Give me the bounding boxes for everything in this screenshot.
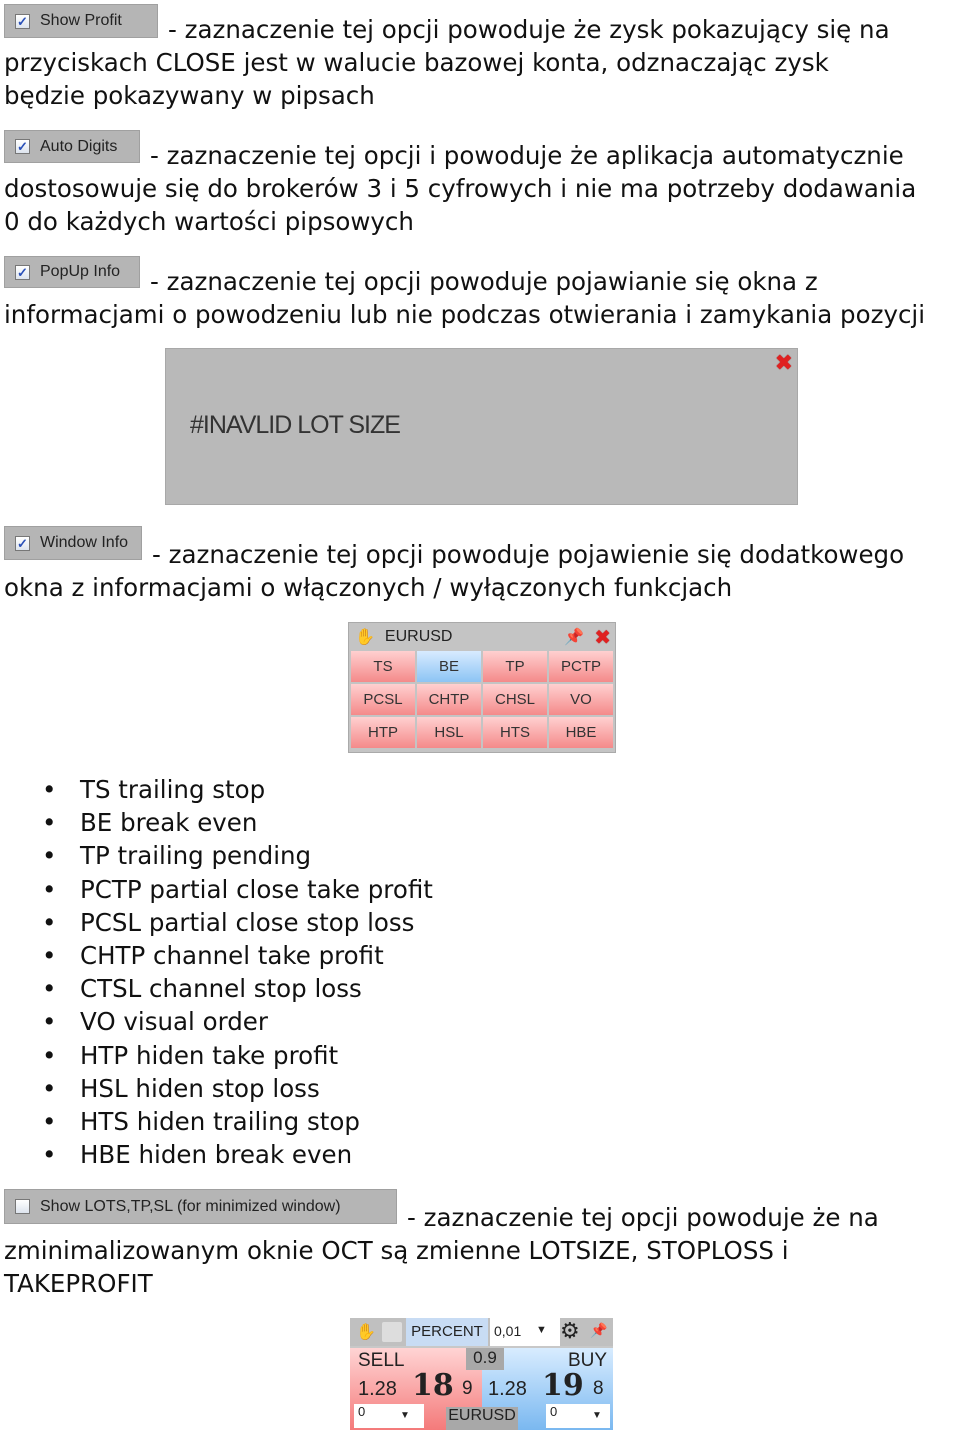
function-button-pctp[interactable]: PCTP bbox=[549, 651, 613, 682]
paragraph-line: - zaznaczenie tej opcji powoduje pojawia… bbox=[150, 267, 818, 296]
function-button-vo[interactable]: VO bbox=[549, 684, 613, 715]
option-checkbox[interactable]: ✓ Show Profit bbox=[4, 4, 158, 38]
option-checkbox[interactable]: ✓ Auto Digits bbox=[4, 130, 140, 163]
legend-item: HTS hiden trailing stop bbox=[80, 1107, 360, 1136]
option-checkbox[interactable]: Show LOTS,TP,SL (for minimized window) bbox=[4, 1189, 397, 1224]
legend-item: TP trailing pending bbox=[80, 841, 312, 871]
option-label: Auto Digits bbox=[40, 137, 118, 155]
bullet: • bbox=[42, 1007, 57, 1037]
checkbox-icon[interactable]: ✓ bbox=[15, 535, 30, 551]
bullet: • bbox=[42, 1107, 57, 1136]
option-label: Show Profit bbox=[40, 12, 122, 29]
info-window: ✋ EURUSD 📌 ✖ TS BE TP PCTP PCSL CHTP CHSL VO HTP… bbox=[348, 622, 616, 753]
option-label: Window Info bbox=[40, 534, 129, 551]
pin-icon[interactable]: 📌 bbox=[590, 1322, 607, 1339]
chevron-down-icon[interactable]: ▼ bbox=[592, 1410, 602, 1421]
option-checkbox[interactable]: ✓ PopUp Info bbox=[4, 256, 140, 288]
paragraph-line: - zaznaczenie tej opcji powoduje że zysk… bbox=[168, 15, 890, 44]
checkbox-icon[interactable]: ✓ bbox=[15, 264, 30, 280]
option-label: Show LOTS,TP,SL (for minimized window) bbox=[40, 1197, 341, 1215]
legend-item: TS trailing stop bbox=[80, 775, 266, 804]
paragraph-line: przyciskach CLOSE jest w walucie bazowej… bbox=[4, 48, 829, 77]
minimize-icon[interactable] bbox=[382, 1322, 402, 1342]
bullet: • bbox=[42, 907, 57, 937]
sell-pips: 18 bbox=[412, 1368, 454, 1403]
checkbox-icon[interactable] bbox=[15, 1199, 30, 1214]
bullet: • bbox=[42, 841, 57, 871]
spread-label: 0.9 bbox=[466, 1348, 504, 1370]
chevron-down-icon[interactable]: ▼ bbox=[536, 1324, 547, 1336]
sell-fraction: 9 bbox=[462, 1378, 473, 1399]
checkbox-icon[interactable]: ✓ bbox=[15, 13, 30, 29]
bullet: • bbox=[42, 874, 57, 904]
checkbox-icon[interactable]: ✓ bbox=[15, 139, 30, 154]
chevron-down-icon[interactable]: ▼ bbox=[400, 1410, 410, 1421]
popup-message: #INAVLID LOT SIZE bbox=[190, 411, 401, 439]
function-button-be[interactable]: BE bbox=[417, 651, 481, 682]
function-button-hsl[interactable]: HSL bbox=[417, 717, 481, 748]
sell-price: 1.28 bbox=[358, 1378, 397, 1400]
popup-info-example: #INAVLID LOT SIZE ✖ bbox=[165, 348, 798, 505]
bullet: • bbox=[42, 941, 57, 970]
function-button-hbe[interactable]: HBE bbox=[549, 717, 613, 748]
bullet: • bbox=[42, 1073, 57, 1103]
legend-item: BE break even bbox=[80, 808, 258, 838]
mode-button[interactable]: PERCENT bbox=[406, 1318, 488, 1346]
bullet: • bbox=[42, 974, 57, 1004]
paragraph-line: - zaznaczenie tej opcji powoduje że na bbox=[407, 1203, 879, 1232]
legend-item: HTP hiden take profit bbox=[80, 1040, 339, 1070]
buy-fraction: 8 bbox=[593, 1378, 604, 1399]
option-label: PopUp Info bbox=[40, 263, 121, 280]
minimized-window: ✋ PERCENT 0,01 ▼ ⚙ 📌 SELL BUY 0.9 1.28 1… bbox=[350, 1318, 613, 1430]
legend-item: HBE hiden break even bbox=[80, 1140, 353, 1170]
symbol-label: EURUSD bbox=[384, 628, 453, 645]
symbol-label: EURUSD bbox=[446, 1407, 518, 1430]
function-button-htp[interactable]: HTP bbox=[351, 717, 415, 748]
function-button-chsl[interactable]: CHSL bbox=[483, 684, 547, 715]
paragraph-line: dostosowuje się do brokerów 3 i 5 cyfrow… bbox=[4, 174, 917, 203]
paragraph-line: będzie pokazywany w pipsach bbox=[4, 81, 375, 110]
function-button-hts[interactable]: HTS bbox=[483, 717, 547, 748]
hand-icon[interactable]: ✋ bbox=[355, 627, 375, 647]
bullet: • bbox=[42, 808, 57, 838]
legend-item: CHTP channel take profit bbox=[80, 941, 384, 970]
paragraph-line: - zaznaczenie tej opcji i powoduje że ap… bbox=[150, 141, 904, 170]
paragraph-line: zminimalizowanym oknie OCT są zmienne LO… bbox=[4, 1236, 789, 1265]
hand-icon[interactable]: ✋ bbox=[356, 1322, 376, 1342]
buy-price: 1.28 bbox=[488, 1378, 527, 1400]
legend-item: VO visual order bbox=[80, 1007, 268, 1037]
buy-pips: 19 bbox=[542, 1368, 584, 1403]
sl-select[interactable]: 0 bbox=[354, 1404, 424, 1428]
bullet: • bbox=[42, 775, 57, 804]
close-icon[interactable]: ✖ bbox=[775, 351, 793, 376]
lot-select[interactable]: 0,01 bbox=[490, 1318, 560, 1346]
sell-label: SELL bbox=[358, 1350, 405, 1371]
close-icon[interactable]: ✖ bbox=[594, 625, 611, 649]
function-button-pcsl[interactable]: PCSL bbox=[351, 684, 415, 715]
legend-item: PCTP partial close take profit bbox=[80, 874, 433, 904]
bullet: • bbox=[42, 1040, 57, 1070]
legend-item: PCSL partial close stop loss bbox=[80, 907, 415, 937]
function-button-chtp[interactable]: CHTP bbox=[417, 684, 481, 715]
pin-icon[interactable]: 📌 bbox=[564, 627, 584, 647]
gear-icon[interactable]: ⚙ bbox=[560, 1318, 580, 1344]
paragraph-line: informacjami o powodzeniu lub nie podcza… bbox=[4, 300, 926, 329]
paragraph-line: okna z informacjami o włączonych / wyłąc… bbox=[4, 573, 733, 602]
function-button-tp[interactable]: TP bbox=[483, 651, 547, 682]
option-checkbox[interactable]: ✓ Window Info bbox=[4, 526, 142, 560]
paragraph-line: - zaznaczenie tej opcji powoduje pojawie… bbox=[152, 540, 905, 569]
bullet: • bbox=[42, 1140, 57, 1170]
function-button-ts[interactable]: TS bbox=[351, 651, 415, 682]
legend-item: HSL hiden stop loss bbox=[80, 1073, 320, 1103]
legend-item: CTSL channel stop loss bbox=[80, 974, 362, 1004]
paragraph-line: TAKEPROFIT bbox=[4, 1269, 153, 1298]
paragraph-line: 0 do każdych wartości pipsowych bbox=[4, 207, 414, 236]
